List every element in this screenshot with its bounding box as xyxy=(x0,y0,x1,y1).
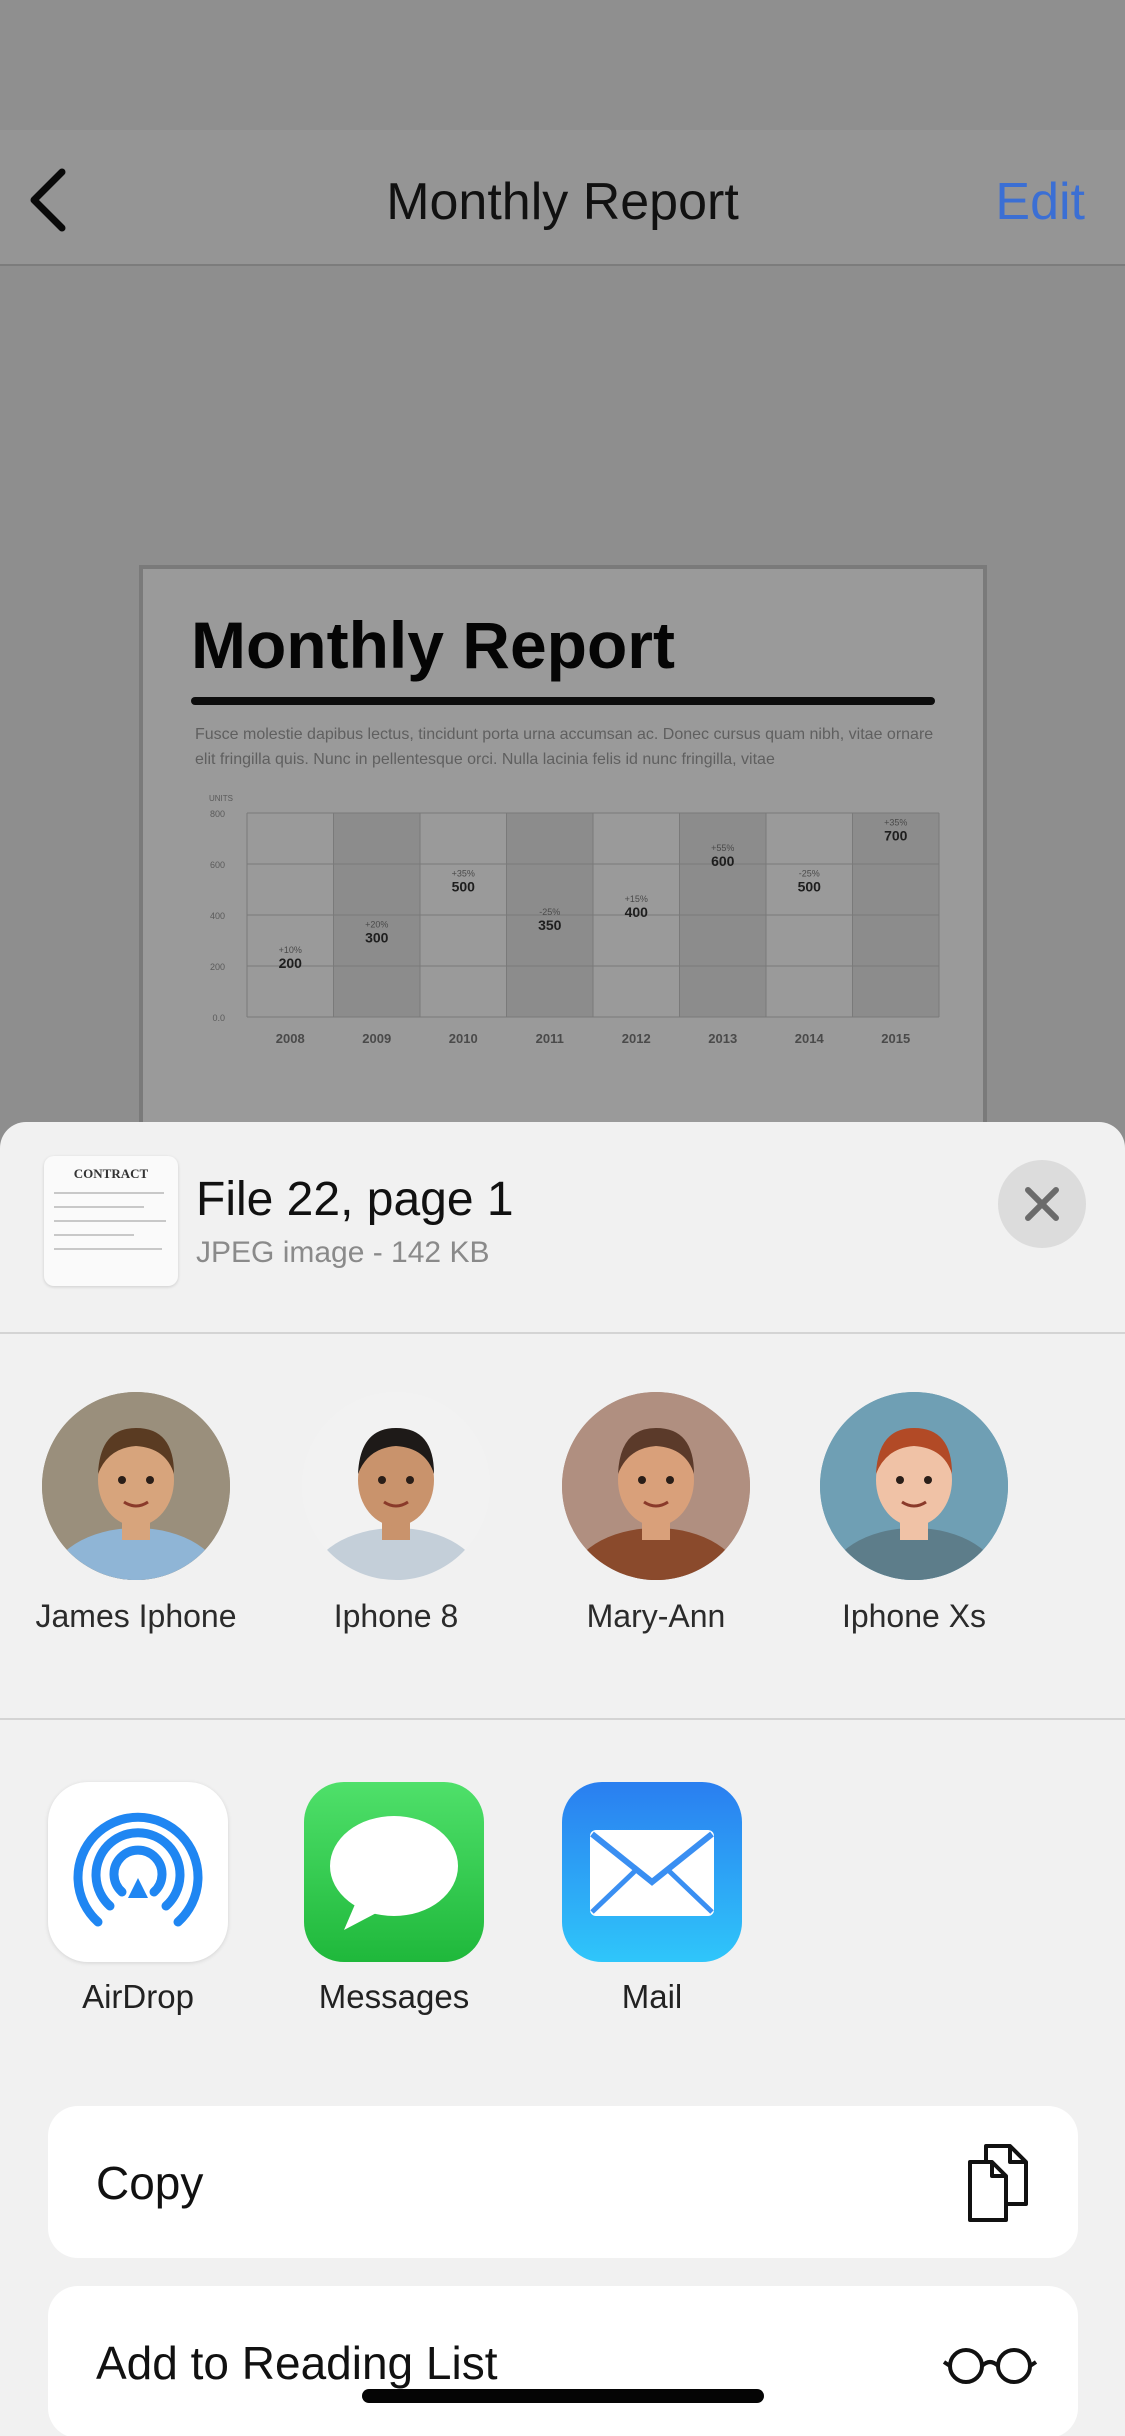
thumbnail-line xyxy=(54,1192,164,1194)
person-iphone-8[interactable]: Iphone 8 xyxy=(266,1334,526,1634)
thumbnail-line xyxy=(54,1248,162,1250)
data-label: 350 xyxy=(538,917,562,933)
x-tick-label: 2015 xyxy=(881,1031,910,1046)
airdrop-icon xyxy=(48,1782,228,1962)
change-label: -25% xyxy=(539,907,560,917)
app-mail[interactable]: Mail xyxy=(530,1720,770,2015)
app-airdrop[interactable]: AirDrop xyxy=(16,1720,256,2015)
report-chart: 0.0200400600800UNITS2008+10%2002009+20%3… xyxy=(209,794,940,1046)
x-tick-label: 2014 xyxy=(795,1031,825,1046)
apps-row: AirDrop Messages Mail xyxy=(0,1720,1125,2020)
y-tick-label: 0.0 xyxy=(212,1013,225,1023)
change-label: +20% xyxy=(365,920,388,930)
data-label: 400 xyxy=(625,904,649,920)
y-tick-label: 600 xyxy=(210,860,225,870)
avatar xyxy=(302,1392,490,1580)
person-name: Mary-Ann xyxy=(586,1598,726,1634)
thumbnail-line xyxy=(54,1234,134,1236)
copy-action[interactable]: Copy xyxy=(48,2106,1078,2258)
app-messages[interactable]: Messages xyxy=(272,1720,512,2015)
thumbnail-line xyxy=(54,1220,166,1222)
title-underline xyxy=(191,697,935,705)
document-body-text: Fusce molestie dapibus lectus, tincidunt… xyxy=(195,726,934,768)
people-row: James Iphone Iphone 8 Mary-Ann Iphone Xs xyxy=(0,1334,1125,1714)
x-tick-label: 2013 xyxy=(708,1031,737,1046)
home-indicator[interactable] xyxy=(362,2389,764,2403)
person-mary-ann[interactable]: Mary-Ann xyxy=(526,1334,786,1634)
close-icon xyxy=(1025,1187,1059,1221)
data-label: 600 xyxy=(711,853,735,869)
share-sheet: CONTRACT File 22, page 1 JPEG image - 14… xyxy=(0,1122,1125,2436)
share-sheet-header: CONTRACT File 22, page 1 JPEG image - 14… xyxy=(0,1122,1125,1332)
status-bar-area xyxy=(0,0,1125,130)
avatar xyxy=(820,1392,1008,1580)
avatar xyxy=(562,1392,750,1580)
edit-button[interactable]: Edit xyxy=(995,172,1085,232)
action-label: Add to Reading List xyxy=(96,2337,498,2389)
data-label: 500 xyxy=(452,879,476,895)
file-thumbnail: CONTRACT xyxy=(44,1156,178,1286)
change-label: +10% xyxy=(279,945,302,955)
y-axis-label: UNITS xyxy=(209,794,233,803)
messages-icon xyxy=(304,1782,484,1962)
mail-icon xyxy=(562,1782,742,1962)
thumbnail-line xyxy=(54,1206,144,1208)
document-title: Monthly Report xyxy=(191,608,675,682)
data-label: 500 xyxy=(798,879,822,895)
person-iphone-xs[interactable]: Iphone Xs xyxy=(784,1334,1044,1634)
change-label: +15% xyxy=(625,894,648,904)
change-label: -25% xyxy=(799,869,820,879)
x-tick-label: 2012 xyxy=(622,1031,651,1046)
person-name: James Iphone xyxy=(35,1598,237,1634)
change-label: +35% xyxy=(884,818,907,828)
app-label: Mail xyxy=(621,1978,683,2015)
y-tick-label: 800 xyxy=(210,809,225,819)
avatar xyxy=(42,1392,230,1580)
change-label: +35% xyxy=(452,869,475,879)
y-tick-label: 400 xyxy=(210,911,225,921)
page-title: Monthly Report xyxy=(386,173,739,231)
file-name: File 22, page 1 xyxy=(196,1173,514,1226)
x-tick-label: 2011 xyxy=(536,1031,564,1046)
x-tick-label: 2008 xyxy=(276,1031,305,1046)
person-name: Iphone 8 xyxy=(333,1598,459,1634)
person-james-iphone[interactable]: James Iphone xyxy=(6,1334,266,1634)
data-label: 200 xyxy=(279,955,303,971)
add-to-reading-list-action[interactable]: Add to Reading List xyxy=(48,2286,1078,2436)
x-tick-label: 2010 xyxy=(449,1031,478,1046)
data-label: 300 xyxy=(365,930,389,946)
x-tick-label: 2009 xyxy=(362,1031,391,1046)
navigation-bar: Monthly Report Edit xyxy=(0,130,1125,266)
copy-icon xyxy=(968,2144,1028,2222)
person-name: Iphone Xs xyxy=(841,1598,987,1634)
thumbnail-title: CONTRACT xyxy=(73,1166,149,1181)
app-label: Messages xyxy=(318,1978,470,2015)
change-label: +55% xyxy=(711,843,734,853)
file-meta: JPEG image - 142 KB xyxy=(196,1236,490,1269)
data-label: 700 xyxy=(884,828,908,844)
app-label: AirDrop xyxy=(82,1978,194,2015)
action-label: Copy xyxy=(96,2157,204,2209)
document-preview[interactable]: Monthly Report Fusce molestie dapibus le… xyxy=(139,565,987,1205)
close-button[interactable] xyxy=(998,1160,1086,1248)
glasses-icon xyxy=(942,2348,1038,2384)
y-tick-label: 200 xyxy=(210,962,225,972)
